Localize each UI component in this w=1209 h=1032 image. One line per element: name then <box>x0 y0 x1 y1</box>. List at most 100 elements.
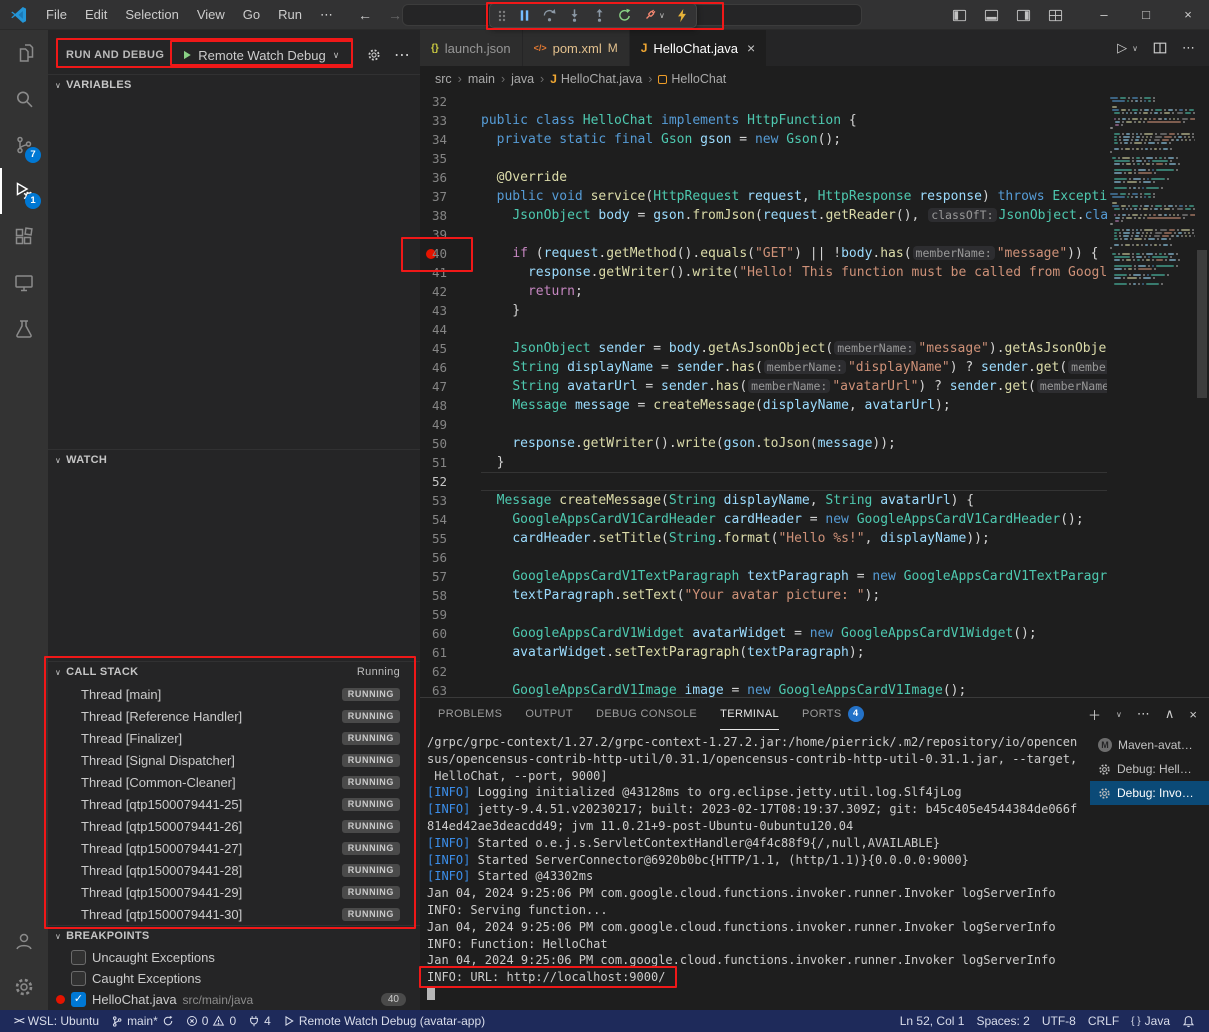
gutter[interactable]: 34 <box>420 130 481 149</box>
gutter[interactable]: 53 <box>420 491 481 510</box>
code-line[interactable]: 59 <box>420 605 1107 624</box>
hot-code-replace-button[interactable] <box>675 8 689 23</box>
disconnect-button[interactable]: ∨ <box>642 8 665 23</box>
breakpoint-row[interactable]: Uncaught Exceptions <box>48 947 420 968</box>
breadcrumb-item[interactable]: HelloChat <box>658 72 726 86</box>
panel-more-actions-icon[interactable]: ⋯ <box>1137 706 1150 722</box>
terminal-profile-dropdown-icon[interactable]: ∨ <box>1116 710 1122 719</box>
tab-HelloChat.java[interactable]: JHelloChat.java× <box>630 30 767 66</box>
panel-tab-debug-console[interactable]: DEBUG CONSOLE <box>596 698 697 730</box>
forwarded-ports-item[interactable]: 4 <box>242 1010 277 1032</box>
minimap[interactable] <box>1107 92 1195 697</box>
code-line[interactable]: 50 response.getWriter().write(gson.toJso… <box>420 434 1107 453</box>
launch-config-dropdown[interactable]: Remote Watch Debug ∨ <box>177 46 343 65</box>
gutter[interactable]: 33 <box>420 111 481 130</box>
testing-icon[interactable] <box>0 306 48 352</box>
gutter[interactable]: 48 <box>420 396 481 415</box>
menu-item[interactable]: Run <box>269 0 311 30</box>
gutter[interactable]: 55 <box>420 529 481 548</box>
call-stack-thread-row[interactable]: Thread [qtp1500079441-27]RUNNING <box>48 837 420 859</box>
extensions-icon[interactable] <box>0 214 48 260</box>
gutter[interactable]: 60 <box>420 624 481 643</box>
pause-button[interactable] <box>517 8 532 23</box>
code-line[interactable]: 55 cardHeader.setTitle(String.format("He… <box>420 529 1107 548</box>
gutter[interactable]: 57 <box>420 567 481 586</box>
gutter[interactable]: 41 <box>420 263 481 282</box>
cursor-position-item[interactable]: Ln 52, Col 1 <box>894 1010 971 1032</box>
customize-layout-icon[interactable] <box>1048 8 1063 23</box>
scrollbar-thumb[interactable] <box>1197 250 1207 398</box>
code-line[interactable]: 62 <box>420 662 1107 681</box>
step-into-button[interactable] <box>567 8 582 23</box>
code-line[interactable]: 47 String avatarUrl = sender.has(memberN… <box>420 377 1107 396</box>
debug-session-item[interactable]: Remote Watch Debug (avatar-app) <box>277 1010 491 1032</box>
gutter[interactable]: 59 <box>420 605 481 624</box>
close-icon[interactable]: × <box>747 40 755 56</box>
editor-scrollbar[interactable] <box>1195 92 1209 697</box>
gutter[interactable]: 38 <box>420 206 481 225</box>
gutter[interactable]: 42 <box>420 282 481 301</box>
drag-handle-icon[interactable] <box>497 8 507 24</box>
code-line[interactable]: 32 <box>420 92 1107 111</box>
debug-settings-gear-icon[interactable] <box>367 48 381 62</box>
call-stack-thread-row[interactable]: Thread [Finalizer]RUNNING <box>48 727 420 749</box>
gutter[interactable]: 39 <box>420 225 481 244</box>
maximize-button[interactable]: □ <box>1125 0 1167 30</box>
gutter[interactable]: 62 <box>420 662 481 681</box>
close-panel-icon[interactable]: × <box>1189 707 1197 722</box>
gutter[interactable]: 51 <box>420 453 481 472</box>
gutter[interactable]: 63 <box>420 681 481 697</box>
language-mode-item[interactable]: { } Java <box>1125 1010 1176 1032</box>
menu-item[interactable]: Selection <box>116 0 187 30</box>
code-line[interactable]: 53 Message createMessage(String displayN… <box>420 491 1107 510</box>
disconnect-dropdown-icon[interactable]: ∨ <box>659 11 665 20</box>
gutter[interactable]: 32 <box>420 92 481 111</box>
terminal-output[interactable]: /grpc/grpc-context/1.27.2/grpc-context-1… <box>420 730 1090 1010</box>
settings-gear-icon[interactable] <box>0 964 48 1010</box>
variables-section-header[interactable]: ∨ VARIABLES <box>48 74 420 96</box>
code-line[interactable]: 38 JsonObject body = gson.fromJson(reque… <box>420 206 1107 225</box>
nav-back-icon[interactable]: ← <box>358 7 372 23</box>
nav-forward-icon[interactable]: → <box>388 7 402 23</box>
breakpoint-row[interactable]: ✓HelloChat.javasrc/main/java40 <box>48 989 420 1010</box>
restart-button[interactable] <box>617 8 632 23</box>
toggle-panel-icon[interactable] <box>984 8 999 23</box>
toggle-sidebar-icon[interactable] <box>952 8 967 23</box>
problems-item[interactable]: 0 0 <box>180 1010 242 1032</box>
gutter[interactable]: 58 <box>420 586 481 605</box>
breakpoints-section-header[interactable]: ∨ BREAKPOINTS <box>48 925 420 947</box>
run-file-button[interactable]: ▷ <box>1117 40 1127 56</box>
menu-item[interactable]: Go <box>234 0 269 30</box>
tab-pom.xml[interactable]: </>pom.xmlM <box>523 30 630 66</box>
terminal-list-item[interactable]: Debug: Invo… <box>1090 781 1209 805</box>
call-stack-thread-row[interactable]: Thread [qtp1500079441-25]RUNNING <box>48 793 420 815</box>
code-line[interactable]: 37 public void service(HttpRequest reque… <box>420 187 1107 206</box>
search-icon[interactable] <box>0 76 48 122</box>
indentation-item[interactable]: Spaces: 2 <box>970 1010 1035 1032</box>
watch-section-header[interactable]: ∨ WATCH <box>48 449 420 471</box>
code-line[interactable]: 51 } <box>420 453 1107 472</box>
breakpoint-checkbox[interactable]: ✓ <box>71 992 86 1007</box>
start-debug-icon[interactable] <box>181 49 193 61</box>
tab-launch.json[interactable]: {}launch.json <box>420 30 523 66</box>
step-out-button[interactable] <box>592 8 607 23</box>
run-dropdown-icon[interactable]: ∨ <box>1132 44 1138 53</box>
call-stack-thread-row[interactable]: Thread [qtp1500079441-28]RUNNING <box>48 859 420 881</box>
call-stack-thread-row[interactable]: Thread [qtp1500079441-30]RUNNING <box>48 903 420 925</box>
panel-tab-ports[interactable]: PORTS4 <box>802 698 864 730</box>
toggle-secondary-sidebar-icon[interactable] <box>1016 8 1031 23</box>
call-stack-thread-row[interactable]: Thread [Signal Dispatcher]RUNNING <box>48 749 420 771</box>
gutter[interactable]: 45 <box>420 339 481 358</box>
terminal-list-item[interactable]: MMaven-avat… <box>1090 733 1209 757</box>
eol-item[interactable]: CRLF <box>1082 1010 1125 1032</box>
code-line[interactable]: 33public class HelloChat implements Http… <box>420 111 1107 130</box>
code-line[interactable]: 44 <box>420 320 1107 339</box>
code-line[interactable]: 58 textParagraph.setText("Your avatar pi… <box>420 586 1107 605</box>
code-line[interactable]: 49 <box>420 415 1107 434</box>
code-line[interactable]: 57 GoogleAppsCardV1TextParagraph textPar… <box>420 567 1107 586</box>
gutter[interactable]: 35 <box>420 149 481 168</box>
panel-tab-terminal[interactable]: TERMINAL <box>720 698 779 730</box>
gutter[interactable]: 49 <box>420 415 481 434</box>
menu-item[interactable]: View <box>188 0 234 30</box>
breadcrumb-item[interactable]: JHelloChat.java <box>550 72 642 86</box>
